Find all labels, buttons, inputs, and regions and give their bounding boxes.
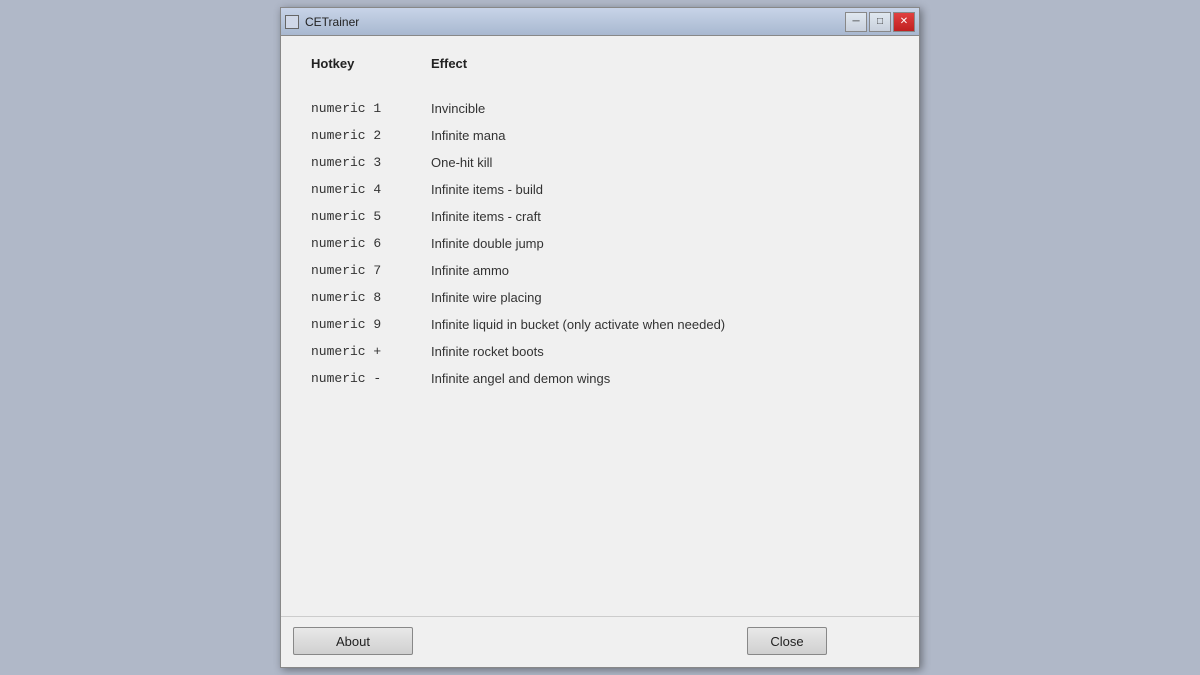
hotkey-cell: numeric 4	[311, 182, 431, 197]
bottom-bar: About Close	[281, 616, 919, 667]
hotkey-cell: numeric 2	[311, 128, 431, 143]
table-row: numeric 2Infinite mana	[311, 122, 889, 149]
table-row: numeric -Infinite angel and demon wings	[311, 365, 889, 392]
table-row: numeric 5Infinite items - craft	[311, 203, 889, 230]
hotkey-cell: numeric 3	[311, 155, 431, 170]
effect-cell: Infinite double jump	[431, 236, 544, 251]
window-title: CETrainer	[305, 15, 359, 29]
hotkey-cell: numeric 9	[311, 317, 431, 332]
effect-header: Effect	[431, 56, 467, 71]
window-icon	[285, 15, 299, 29]
table-row: numeric 6Infinite double jump	[311, 230, 889, 257]
table-row: numeric 4Infinite items - build	[311, 176, 889, 203]
hotkey-header: Hotkey	[311, 56, 431, 71]
cheat-rows-container: numeric 1Invinciblenumeric 2Infinite man…	[311, 95, 889, 392]
effect-cell: Infinite items - build	[431, 182, 543, 197]
hotkey-cell: numeric 7	[311, 263, 431, 278]
table-row: numeric 7Infinite ammo	[311, 257, 889, 284]
effect-cell: Infinite liquid in bucket (only activate…	[431, 317, 725, 332]
effect-cell: Invincible	[431, 101, 485, 116]
effect-cell: Infinite wire placing	[431, 290, 542, 305]
hotkey-cell: numeric +	[311, 344, 431, 359]
hotkey-cell: numeric 1	[311, 101, 431, 116]
effect-cell: Infinite mana	[431, 128, 505, 143]
close-button[interactable]: Close	[747, 627, 827, 655]
effect-cell: One-hit kill	[431, 155, 492, 170]
title-bar: CETrainer ─ □ ✕	[281, 8, 919, 36]
table-row: numeric +Infinite rocket boots	[311, 338, 889, 365]
hotkey-cell: numeric 5	[311, 209, 431, 224]
effect-cell: Infinite ammo	[431, 263, 509, 278]
hotkey-cell: numeric 6	[311, 236, 431, 251]
content-area: Hotkey Effect numeric 1Invinciblenumeric…	[281, 36, 919, 616]
effect-cell: Infinite angel and demon wings	[431, 371, 610, 386]
effect-cell: Infinite items - craft	[431, 209, 541, 224]
table-row: numeric 3One-hit kill	[311, 149, 889, 176]
hotkey-cell: numeric 8	[311, 290, 431, 305]
close-window-button[interactable]: ✕	[893, 12, 915, 32]
about-button[interactable]: About	[293, 627, 413, 655]
hotkey-cell: numeric -	[311, 371, 431, 386]
effect-cell: Infinite rocket boots	[431, 344, 544, 359]
table-header: Hotkey Effect	[311, 56, 889, 77]
table-row: numeric 9Infinite liquid in bucket (only…	[311, 311, 889, 338]
main-window: CETrainer ─ □ ✕ Hotkey Effect numeric 1I…	[280, 7, 920, 668]
restore-button[interactable]: □	[869, 12, 891, 32]
title-bar-buttons: ─ □ ✕	[845, 12, 915, 32]
minimize-button[interactable]: ─	[845, 12, 867, 32]
title-bar-left: CETrainer	[285, 15, 359, 29]
table-row: numeric 8Infinite wire placing	[311, 284, 889, 311]
table-row: numeric 1Invincible	[311, 95, 889, 122]
